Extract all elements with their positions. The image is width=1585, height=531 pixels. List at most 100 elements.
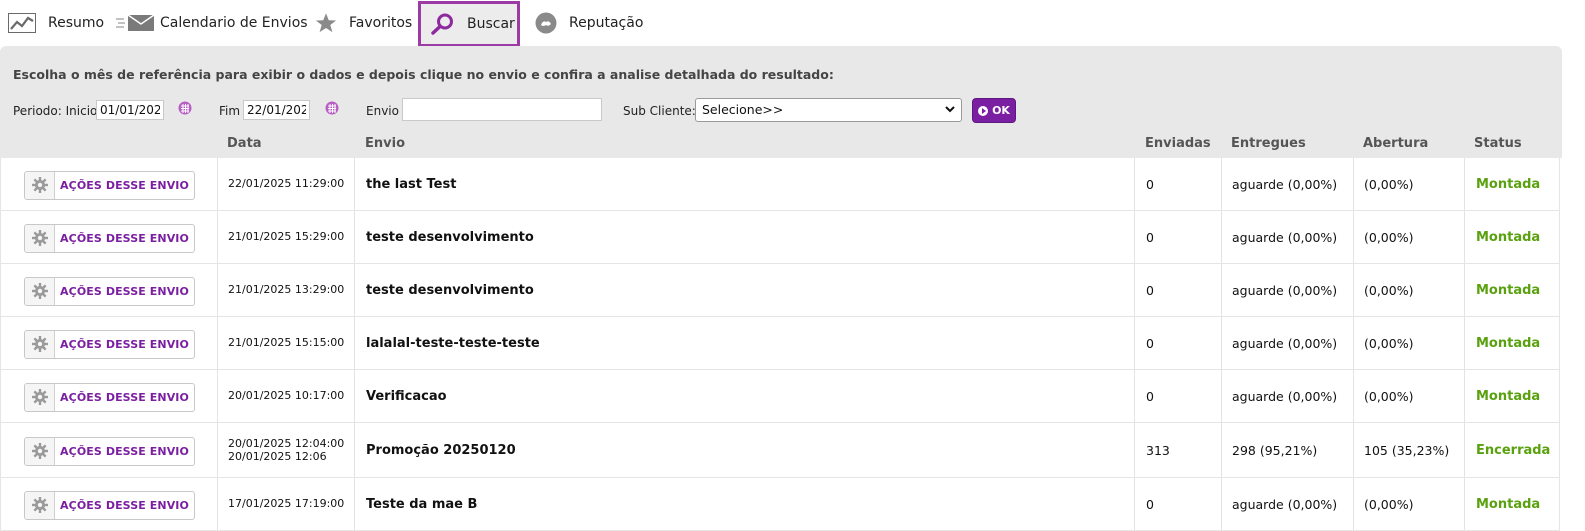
calendar-icon[interactable] bbox=[325, 101, 339, 115]
inicio-date-input[interactable] bbox=[96, 100, 164, 120]
row-enviadas: 0 bbox=[1146, 229, 1154, 245]
tab-calendario[interactable]: Calendario de Envios bbox=[116, 3, 308, 43]
row-status: Montada bbox=[1476, 176, 1541, 192]
row-envio-name[interactable]: Verificacao bbox=[366, 389, 447, 404]
row-entregues: 298 (95,21%) bbox=[1232, 442, 1318, 458]
fim-label: Fim bbox=[219, 104, 241, 118]
tab-resumo[interactable]: Resumo bbox=[8, 3, 104, 43]
top-tabs: Resumo Calendario de Envios Favoritos Bu… bbox=[0, 0, 1585, 48]
ok-label: OK bbox=[992, 104, 1010, 117]
col-header-data: Data bbox=[227, 136, 262, 151]
row-entregues: aguarde (0,00%) bbox=[1232, 282, 1338, 298]
table-row[interactable]: AÇÕES DESSE ENVIO 17/01/2025 17:19:00 Te… bbox=[0, 478, 1560, 531]
row-date: 21/01/2025 13:29:00 bbox=[228, 282, 345, 296]
row-entregues: aguarde (0,00%) bbox=[1232, 335, 1338, 351]
row-envio-name[interactable]: teste desenvolvimento bbox=[366, 283, 534, 298]
row-status: Montada bbox=[1476, 496, 1541, 512]
gear-icon bbox=[25, 437, 55, 465]
tab-reputacao[interactable]: Reputação bbox=[535, 3, 643, 43]
table-row[interactable]: AÇÕES DESSE ENVIO 22/01/2025 11:29:00 th… bbox=[0, 158, 1560, 211]
row-date: 22/01/2025 11:29:00 bbox=[228, 176, 345, 190]
row-actions-label: AÇÕES DESSE ENVIO bbox=[60, 178, 189, 192]
table-row[interactable]: AÇÕES DESSE ENVIO 20/01/2025 12:04:00 20/… bbox=[0, 423, 1560, 478]
row-actions-label: AÇÕES DESSE ENVIO bbox=[60, 284, 189, 298]
row-abertura: (0,00%) bbox=[1364, 176, 1414, 192]
row-status: Montada bbox=[1476, 388, 1541, 404]
chevron-down-icon bbox=[945, 106, 955, 113]
fim-date-input[interactable] bbox=[243, 100, 310, 120]
row-abertura: (0,00%) bbox=[1364, 335, 1414, 351]
chart-icon bbox=[8, 13, 36, 33]
row-date: 20/01/2025 10:17:00 bbox=[228, 388, 345, 402]
tab-favoritos[interactable]: Favoritos bbox=[315, 3, 412, 43]
row-actions-button[interactable]: AÇÕES DESSE ENVIO bbox=[24, 490, 195, 520]
row-actions-label: AÇÕES DESSE ENVIO bbox=[60, 231, 189, 245]
play-icon bbox=[978, 105, 989, 116]
row-date: 20/01/2025 12:04:00 20/01/2025 12:06 bbox=[228, 436, 345, 463]
filter-hint: Escolha o mês de referência para exibir … bbox=[13, 67, 834, 82]
row-status: Montada bbox=[1476, 282, 1541, 298]
tab-label: Reputação bbox=[569, 15, 644, 31]
row-entregues: aguarde (0,00%) bbox=[1232, 388, 1338, 404]
row-abertura: 105 (35,23%) bbox=[1364, 442, 1450, 458]
search-icon bbox=[431, 13, 455, 35]
row-actions-button[interactable]: AÇÕES DESSE ENVIO bbox=[24, 329, 195, 359]
gear-icon bbox=[25, 277, 55, 305]
subcliente-select[interactable]: Selecione>> bbox=[695, 98, 962, 122]
row-abertura: (0,00%) bbox=[1364, 282, 1414, 298]
row-envio-name[interactable]: the last Test bbox=[366, 177, 456, 192]
col-header-abertura: Abertura bbox=[1363, 136, 1429, 151]
ok-button[interactable]: OK bbox=[972, 98, 1016, 123]
row-envio-name[interactable]: lalalal-teste-teste-teste bbox=[366, 336, 540, 351]
select-value: Selecione>> bbox=[702, 102, 784, 117]
row-actions-label: AÇÕES DESSE ENVIO bbox=[60, 337, 189, 351]
gear-icon bbox=[25, 383, 55, 411]
table-row[interactable]: AÇÕES DESSE ENVIO 21/01/2025 15:15:00 la… bbox=[0, 317, 1560, 370]
reputation-icon bbox=[535, 12, 557, 34]
gear-icon bbox=[25, 224, 55, 252]
row-actions-label: AÇÕES DESSE ENVIO bbox=[60, 498, 189, 512]
row-enviadas: 0 bbox=[1146, 388, 1154, 404]
row-actions-button[interactable]: AÇÕES DESSE ENVIO bbox=[24, 170, 195, 200]
gear-icon bbox=[25, 330, 55, 358]
table-row[interactable]: AÇÕES DESSE ENVIO 21/01/2025 13:29:00 te… bbox=[0, 264, 1560, 317]
tab-buscar[interactable]: Buscar bbox=[418, 1, 520, 47]
row-date: 21/01/2025 15:29:00 bbox=[228, 229, 345, 243]
envio-label: Envio bbox=[366, 104, 399, 118]
row-entregues: aguarde (0,00%) bbox=[1232, 229, 1338, 245]
row-abertura: (0,00%) bbox=[1364, 388, 1414, 404]
row-enviadas: 0 bbox=[1146, 282, 1154, 298]
row-enviadas: 0 bbox=[1146, 496, 1154, 512]
row-actions-button[interactable]: AÇÕES DESSE ENVIO bbox=[24, 436, 195, 466]
row-status: Encerrada bbox=[1476, 442, 1551, 458]
calendar-icon[interactable] bbox=[178, 101, 192, 115]
tab-label: Buscar bbox=[467, 16, 515, 32]
row-date: 21/01/2025 15:15:00 bbox=[228, 335, 345, 349]
gear-icon bbox=[25, 171, 55, 199]
col-header-entregues: Entregues bbox=[1231, 136, 1306, 151]
row-date: 17/01/2025 17:19:00 bbox=[228, 496, 345, 510]
row-status: Montada bbox=[1476, 229, 1541, 245]
row-abertura: (0,00%) bbox=[1364, 229, 1414, 245]
row-actions-button[interactable]: AÇÕES DESSE ENVIO bbox=[24, 382, 195, 412]
row-status: Montada bbox=[1476, 335, 1541, 351]
row-enviadas: 313 bbox=[1146, 442, 1170, 458]
row-actions-label: AÇÕES DESSE ENVIO bbox=[60, 444, 189, 458]
subcliente-label: Sub Cliente: bbox=[623, 104, 696, 118]
col-header-envio: Envio bbox=[365, 136, 405, 151]
table-row[interactable]: AÇÕES DESSE ENVIO 20/01/2025 10:17:00 Ve… bbox=[0, 370, 1560, 423]
star-icon bbox=[315, 12, 337, 34]
row-actions-button[interactable]: AÇÕES DESSE ENVIO bbox=[24, 223, 195, 253]
row-enviadas: 0 bbox=[1146, 176, 1154, 192]
results-table: AÇÕES DESSE ENVIO 22/01/2025 11:29:00 th… bbox=[0, 158, 1562, 531]
row-actions-button[interactable]: AÇÕES DESSE ENVIO bbox=[24, 276, 195, 306]
envio-search-input[interactable] bbox=[402, 98, 602, 121]
col-header-status: Status bbox=[1474, 136, 1522, 151]
row-envio-name[interactable]: teste desenvolvimento bbox=[366, 230, 534, 245]
table-row[interactable]: AÇÕES DESSE ENVIO 21/01/2025 15:29:00 te… bbox=[0, 211, 1560, 264]
row-envio-name[interactable]: Promoção 20250120 bbox=[366, 443, 516, 458]
periodo-label: Periodo: Inicio bbox=[13, 104, 98, 118]
row-envio-name[interactable]: Teste da mae B bbox=[366, 497, 477, 512]
envelope-icon bbox=[116, 13, 156, 33]
row-entregues: aguarde (0,00%) bbox=[1232, 176, 1338, 192]
